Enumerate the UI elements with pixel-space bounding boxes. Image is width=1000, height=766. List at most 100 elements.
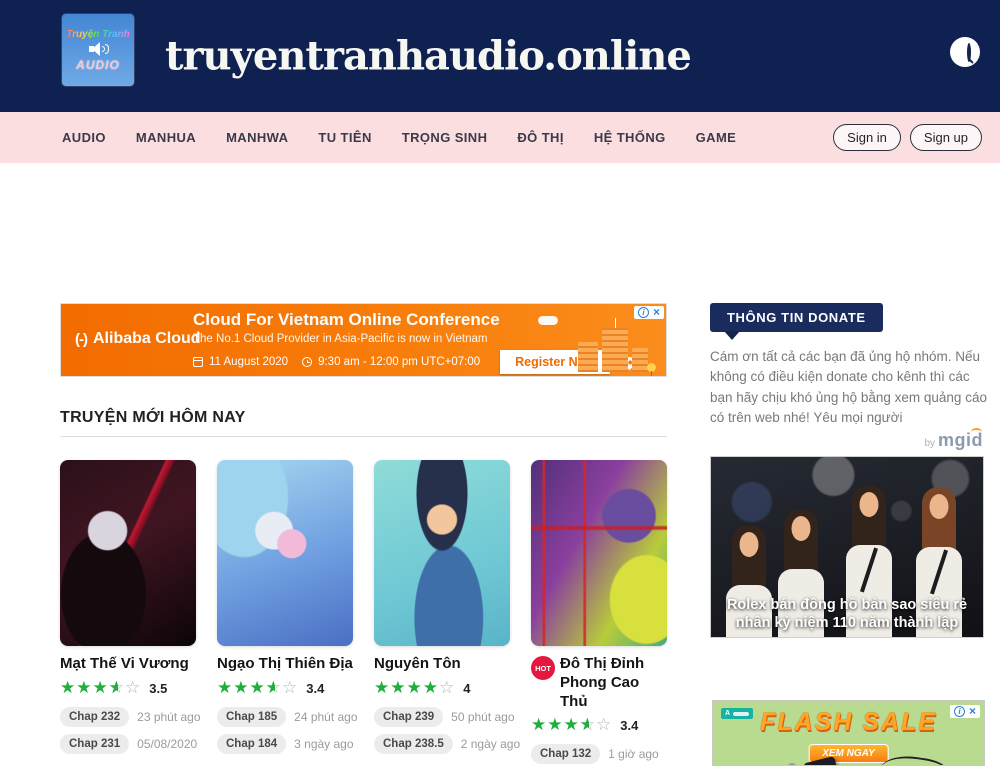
search-icon: [967, 43, 971, 62]
nav-item[interactable]: MANHUA: [136, 130, 196, 145]
site-logo[interactable]: Truyện Tranh AUDIO: [62, 14, 134, 86]
comic-title-text: Nguyên Tôn: [374, 655, 461, 674]
ad-info-icon[interactable]: i: [638, 307, 649, 318]
chapter-time: 50 phút ago: [451, 710, 514, 724]
alibaba-ad-content: Cloud For Vietnam Online Conference The …: [193, 310, 523, 374]
chapter-row: Chap 185 24 phút ago: [217, 707, 353, 727]
star-rating: ★★★☆★☆: [531, 716, 612, 735]
auth-buttons: Sign in Sign up: [833, 112, 982, 163]
alibaba-logo-icon: (-): [75, 331, 87, 348]
adchoices-controls: i ×: [950, 705, 980, 718]
glasses-image: [878, 752, 952, 766]
nav-item[interactable]: HỆ THỐNG: [594, 130, 666, 145]
donate-ribbon: THÔNG TIN DONATE: [710, 303, 883, 332]
star-icon: ★: [407, 678, 423, 697]
comic-title-text: Đô Thị Đỉnh Phong Cao Thủ: [560, 655, 667, 711]
comic-cover[interactable]: [60, 460, 196, 646]
adchoices-controls: i ×: [634, 306, 664, 319]
ad-close-icon[interactable]: ×: [653, 307, 660, 318]
comic-card: Ngạo Thị Thiên Địa ★★★☆★☆ 3.4 Chap 185 2…: [217, 460, 353, 766]
comic-cover[interactable]: [374, 460, 510, 646]
mgid-logo: mgid: [938, 430, 983, 450]
chapter-time: 1 giờ ago: [608, 747, 659, 761]
star-icon: ★: [60, 678, 76, 697]
star-rating: ★★★☆★☆: [60, 679, 141, 698]
comic-title[interactable]: Nguyên Tôn: [374, 655, 510, 674]
alibaba-ad-banner[interactable]: (-) Alibaba Cloud Cloud For Vietnam Onli…: [60, 303, 667, 377]
star-icon: ★: [93, 678, 109, 697]
sign-up-button[interactable]: Sign up: [910, 124, 982, 151]
nav-item[interactable]: ĐÔ THỊ: [517, 130, 563, 145]
nav-item[interactable]: AUDIO: [62, 130, 106, 145]
ad-date: 11 August 2020: [209, 356, 288, 368]
chapter-chip[interactable]: Chap 185: [217, 707, 286, 727]
star-icon: ☆: [439, 678, 455, 697]
ad-info-icon[interactable]: i: [954, 706, 965, 717]
nav-item[interactable]: TU TIÊN: [318, 130, 371, 145]
site-title[interactable]: truyentranhaudio.online: [165, 33, 691, 80]
chapter-chip[interactable]: Chap 132: [531, 744, 600, 764]
chapter-chip[interactable]: Chap 184: [217, 734, 286, 754]
navbar: AUDIO MANHUA MANHWA TU TIÊN TRỌNG SINH ĐÔ THỊ…: [0, 112, 1000, 163]
star-icon: ★: [390, 678, 406, 697]
donate-message: Cám ơn tất cả các bạn đã ủng hộ nhóm. Nế…: [710, 347, 988, 428]
chapter-time: 23 phút ago: [137, 710, 200, 724]
mgid-by-label: by: [924, 438, 935, 449]
ad-close-icon[interactable]: ×: [969, 706, 976, 717]
section-title: TRUYỆN MỚI HÔM NAY: [60, 409, 246, 427]
section-divider: [60, 436, 667, 437]
tree-icon: [647, 363, 656, 372]
chapter-chip[interactable]: Chap 238.5: [374, 734, 453, 754]
star-icon: ★: [217, 678, 233, 697]
comics-grid: Mạt Thế Vi Vương ★★★☆★☆ 3.5 Chap 232 23 …: [60, 460, 680, 766]
rating-value: 4: [463, 681, 470, 696]
rating-value: 3.5: [149, 681, 167, 696]
comic-card: Nguyên Tôn ★★★★☆ 4 Chap 239 50 phút ago …: [374, 460, 510, 766]
logo-text-top: Truyện Tranh: [66, 29, 130, 40]
chapter-chip[interactable]: Chap 231: [60, 734, 129, 754]
header: Truyện Tranh AUDIO truyentranhaudio.onli…: [0, 0, 1000, 112]
clock-icon: [302, 357, 312, 367]
star-icon: ★: [374, 678, 390, 697]
sign-in-button[interactable]: Sign in: [833, 124, 901, 151]
chapter-chip[interactable]: Chap 239: [374, 707, 443, 727]
star-rating: ★★★★☆: [374, 679, 455, 698]
comic-title-text: Mạt Thế Vi Vương: [60, 655, 189, 674]
rating-row: ★★★☆★☆ 3.4: [531, 716, 667, 735]
flash-sale-title: FLASH SALE: [713, 708, 984, 737]
alibaba-brand: (-) Alibaba Cloud: [75, 330, 201, 348]
mgid-credit[interactable]: bymgid: [710, 430, 983, 451]
nav-item[interactable]: GAME: [696, 130, 737, 145]
comic-title[interactable]: Mạt Thế Vi Vương: [60, 655, 196, 674]
comic-card: HOT Đô Thị Đỉnh Phong Cao Thủ ★★★☆★☆ 3.4…: [531, 460, 667, 766]
star-icon: ☆★: [266, 679, 282, 696]
nav-item[interactable]: TRỌNG SINH: [402, 130, 488, 145]
chapter-time: 3 ngày ago: [294, 737, 353, 751]
star-icon: ☆: [125, 678, 141, 697]
chapter-row: Chap 238.5 2 ngày ago: [374, 734, 510, 754]
rolex-native-ad[interactable]: Rolex bán đồng hồ bản sao siêu rẻ nhân k…: [710, 456, 984, 638]
chapter-list: Chap 185 24 phút ago Chap 184 3 ngày ago: [217, 707, 353, 754]
page: Truyện Tranh AUDIO truyentranhaudio.onli…: [0, 0, 1000, 766]
chapter-row: Chap 232 23 phút ago: [60, 707, 196, 727]
star-icon: ★: [233, 678, 249, 697]
rating-value: 3.4: [306, 681, 324, 696]
comic-cover[interactable]: [531, 460, 667, 646]
comic-title-text: Ngạo Thị Thiên Địa: [217, 655, 353, 674]
chapter-row: Chap 231 05/08/2020: [60, 734, 196, 754]
star-icon: ★: [564, 715, 580, 734]
alibaba-brand-name: Alibaba Cloud: [93, 330, 201, 348]
star-icon: ☆★: [580, 716, 596, 733]
comic-card: Mạt Thế Vi Vương ★★★☆★☆ 3.5 Chap 232 23 …: [60, 460, 196, 766]
comic-title[interactable]: Ngạo Thị Thiên Địa: [217, 655, 353, 674]
chapter-chip[interactable]: Chap 232: [60, 707, 129, 727]
nav-item[interactable]: MANHWA: [226, 130, 288, 145]
chapter-list: Chap 132 1 giờ ago Chap 131 05/08/2020: [531, 744, 667, 766]
flash-sale-ad[interactable]: A FLASH SALE XEM NGAY i ×: [712, 700, 985, 766]
search-button[interactable]: [950, 37, 980, 67]
comic-cover[interactable]: [217, 460, 353, 646]
native-ad-caption: Rolex bán đồng hồ bản sao siêu rẻ nhân k…: [711, 596, 983, 632]
comic-title[interactable]: HOT Đô Thị Đỉnh Phong Cao Thủ: [531, 655, 667, 711]
rating-row: ★★★☆★☆ 3.4: [217, 679, 353, 698]
star-icon: ★: [250, 678, 266, 697]
